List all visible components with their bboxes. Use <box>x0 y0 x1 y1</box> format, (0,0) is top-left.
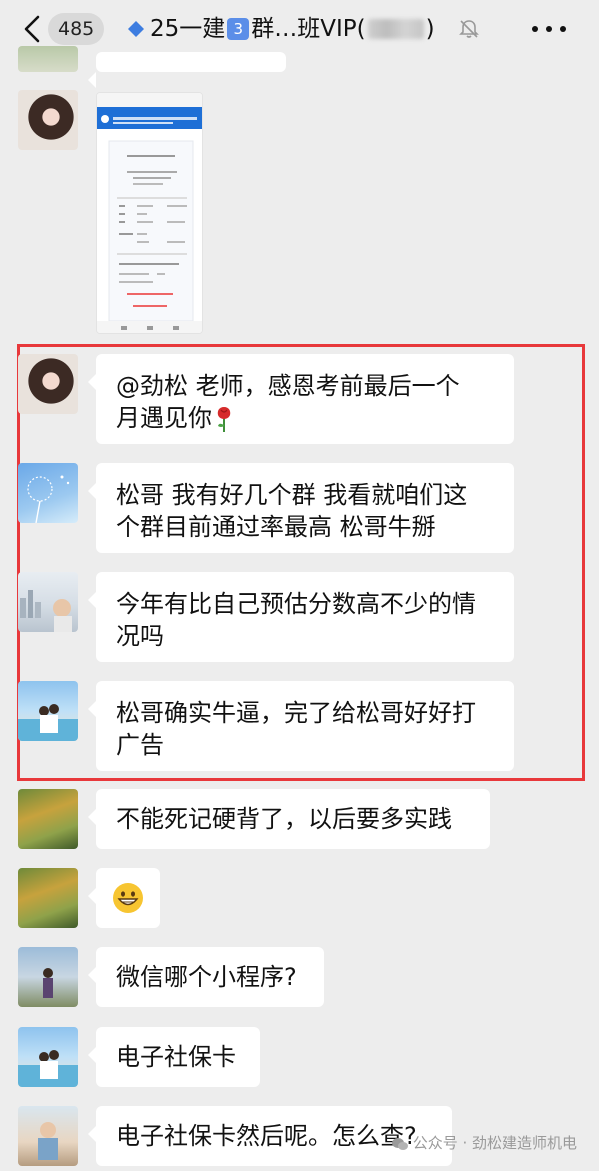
message-text: 广告 <box>116 731 164 759</box>
message-text: 松哥确实牛逼，完了给松哥好好打 <box>116 699 476 727</box>
message-text: 电子社保卡 <box>116 1043 236 1071</box>
message-bubble-partial <box>88 52 286 88</box>
city-skyline-icon <box>20 590 72 632</box>
image-message[interactable] <box>96 92 203 334</box>
message-bubble[interactable]: 今年有比自己预估分数高不少的情 况吗 <box>88 572 514 662</box>
message-text: 微信哪个小程序? <box>116 963 297 991</box>
message-bubble[interactable]: @劲松 老师，感恩考前最后一个 月遇见你 <box>88 354 514 444</box>
chevron-left-icon[interactable] <box>20 14 46 44</box>
chat-header: 485 25一建 3 群…班VIP( ) <box>0 0 599 60</box>
message-bubble[interactable]: 微信哪个小程序? <box>88 947 324 1007</box>
ellipsis-icon[interactable] <box>527 16 571 42</box>
message-text: 今年有比自己预估分数高不少的情 <box>116 590 476 618</box>
avatar[interactable] <box>18 463 78 523</box>
message-bubble[interactable]: 松哥确实牛逼，完了给松哥好好打 广告 <box>88 681 514 771</box>
message-bubble[interactable]: 电子社保卡 <box>88 1027 260 1087</box>
beach-couple-icon <box>18 704 78 741</box>
message-bubble[interactable] <box>88 868 160 928</box>
message-text: 不能死记硬背了，以后要多实践 <box>116 805 452 833</box>
title-suffix: 群…班VIP( <box>251 16 366 42</box>
rose-icon <box>214 405 234 433</box>
message-text: 况吗 <box>116 622 164 650</box>
title-prefix: 25一建 <box>150 16 226 42</box>
title-close-paren: ) <box>425 16 435 42</box>
message-text: 个群目前通过率最高 松哥牛掰 <box>116 513 436 541</box>
grinning-face-icon <box>113 883 143 913</box>
avatar[interactable] <box>18 1027 78 1087</box>
document-screenshot-thumbnail <box>97 93 202 333</box>
message-text-line2: 月遇见你 <box>116 404 212 432</box>
message-bubble[interactable]: 不能死记硬背了，以后要多实践 <box>88 789 490 849</box>
diamond-icon <box>128 21 144 37</box>
avatar[interactable] <box>18 789 78 849</box>
avatar[interactable] <box>18 46 78 72</box>
keycap-number-icon: 3 <box>227 18 250 40</box>
message-text: 月遇见你 <box>116 402 494 434</box>
message-text: 松哥 我有好几个群 我看就咱们这 <box>116 481 468 509</box>
watermark-text: 公众号 · 劲松建造师机电 <box>412 1134 577 1152</box>
blurred-name <box>367 19 424 39</box>
avatar[interactable] <box>18 354 78 414</box>
avatar[interactable] <box>18 572 78 632</box>
dandelion-icon <box>27 475 70 523</box>
message-text: @劲松 老师，感恩考前最后一个 <box>116 372 460 400</box>
unread-count-badge[interactable]: 485 <box>48 13 105 45</box>
beach-couple-icon <box>18 1050 78 1087</box>
wechat-official-account-icon <box>391 1137 408 1150</box>
chat-title[interactable]: 25一建 3 群…班VIP( ) <box>128 12 435 46</box>
avatar[interactable] <box>18 681 78 741</box>
avatar[interactable] <box>18 947 78 1007</box>
avatar[interactable] <box>18 90 78 150</box>
avatar[interactable] <box>18 1106 78 1166</box>
message-bubble[interactable]: 松哥 我有好几个群 我看就咱们这 个群目前通过率最高 松哥牛掰 <box>88 463 514 553</box>
person-outdoor-icon <box>43 968 53 998</box>
avatar[interactable] <box>18 868 78 928</box>
message-text: 电子社保卡然后呢。怎么查? <box>116 1122 417 1150</box>
bell-off-icon <box>459 20 479 38</box>
watermark: 公众号 · 劲松建造师机电 <box>391 1132 577 1153</box>
child-photo-icon <box>38 1122 58 1160</box>
